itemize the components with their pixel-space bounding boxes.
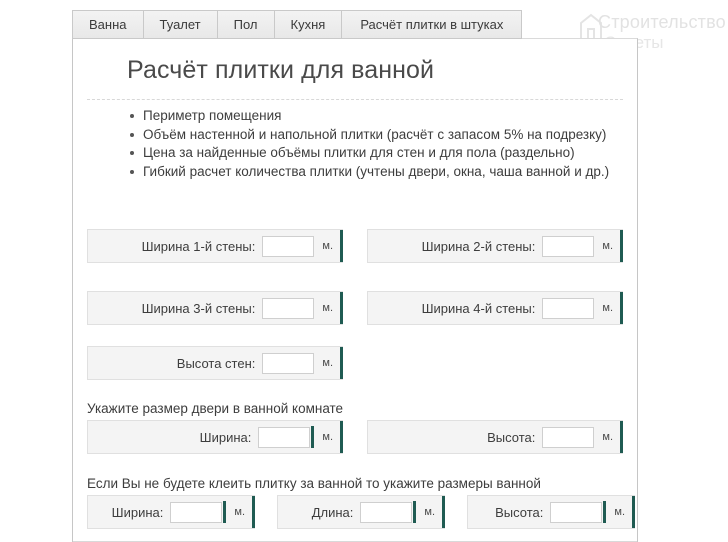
tab-label: Пол — [233, 17, 258, 32]
list-item: Объём настенной и напольной плитки (расч… — [129, 126, 617, 144]
bath-length-input[interactable] — [360, 501, 413, 523]
unit-label: м. — [322, 240, 333, 252]
bath-section-note: Если Вы не будете клеить плитку за ванно… — [87, 476, 541, 491]
wall-1-input[interactable] — [262, 235, 315, 257]
unit-label: м. — [602, 240, 613, 252]
accent-bar — [252, 496, 255, 528]
accent-bar — [340, 347, 343, 379]
tab-kuhnya[interactable]: Кухня — [273, 10, 342, 39]
wall-2-label: Ширина 2-й стены: — [421, 238, 536, 254]
unit-label: м. — [602, 302, 613, 314]
accent-bar — [340, 292, 343, 324]
watermark-line-1: Строительство — [598, 12, 726, 32]
field-group-bath-width[interactable]: Ширина: м. — [87, 495, 255, 529]
list-item: Периметр помещения — [129, 107, 617, 125]
field-group-wall-2[interactable]: Ширина 2-й стены: м. — [367, 229, 623, 263]
tab-bar: Ванна Туалет Пол Кухня Расчёт плитки в ш… — [72, 10, 523, 39]
wall-2-input[interactable] — [542, 235, 595, 257]
bath-width-label: Ширина: — [111, 504, 164, 520]
field-group-door-width[interactable]: Ширина: м. — [87, 420, 343, 454]
tab-vanna[interactable]: Ванна — [72, 10, 143, 39]
bath-height-input[interactable] — [550, 501, 603, 523]
tab-label: Расчёт плитки в штуках — [360, 17, 504, 32]
accent-bar — [620, 230, 623, 262]
field-group-bath-length[interactable]: Длина: м. — [277, 495, 445, 529]
field-group-wall-height[interactable]: Высота стен: м. — [87, 346, 343, 380]
accent-bar — [620, 292, 623, 324]
wall-4-input[interactable] — [542, 297, 595, 319]
bath-height-label: Высота: — [495, 504, 544, 520]
bath-length-label: Длина: — [311, 504, 354, 520]
field-group-wall-4[interactable]: Ширина 4-й стены: м. — [367, 291, 623, 325]
door-width-label: Ширина: — [199, 429, 252, 445]
wall-4-label: Ширина 4-й стены: — [421, 300, 536, 316]
wall-height-label: Высота стен: — [176, 355, 256, 371]
accent-bar — [632, 496, 635, 528]
accent-bar — [340, 230, 343, 262]
door-height-input[interactable] — [542, 426, 595, 448]
tab-label: Туалет — [159, 17, 201, 32]
wall-1-label: Ширина 1-й стены: — [141, 238, 256, 254]
accent-bar — [442, 496, 445, 528]
wall-height-input[interactable] — [262, 352, 315, 374]
unit-label: м. — [602, 431, 613, 443]
bath-width-input[interactable] — [170, 501, 223, 523]
field-group-wall-3[interactable]: Ширина 3-й стены: м. — [87, 291, 343, 325]
tab-tualet[interactable]: Туалет — [142, 10, 217, 39]
page-title: Расчёт плитки для ванной — [127, 56, 435, 84]
accent-bar — [340, 421, 343, 453]
accent-bar — [620, 421, 623, 453]
door-width-input[interactable] — [258, 426, 311, 448]
door-height-label: Высота: — [487, 429, 536, 445]
field-group-wall-1[interactable]: Ширина 1-й стены: м. — [87, 229, 343, 263]
unit-label: м. — [322, 431, 333, 443]
unit-label: м. — [234, 506, 245, 518]
features-list: Периметр помещения Объём настенной и нап… — [73, 107, 637, 180]
wall-3-label: Ширина 3-й стены: — [141, 300, 256, 316]
field-group-door-height[interactable]: Высота: м. — [367, 420, 623, 454]
unit-label: м. — [614, 506, 625, 518]
calculator-panel: Расчёт плитки для ванной Периметр помеще… — [72, 38, 638, 542]
tab-pol[interactable]: Пол — [216, 10, 274, 39]
unit-label: м. — [322, 357, 333, 369]
door-section-note: Укажите размер двери в ванной комнате — [87, 401, 344, 416]
tab-label: Ванна — [89, 17, 127, 32]
list-item: Цена за найденные объёмы плитки для стен… — [129, 144, 617, 162]
field-group-bath-height[interactable]: Высота: м. — [467, 495, 635, 529]
list-item: Гибкий расчет количества плитки (учтены … — [129, 163, 617, 181]
tab-raschet-plitki-v-shtukah[interactable]: Расчёт плитки в штуках — [341, 10, 523, 39]
tab-label: Кухня — [290, 17, 326, 32]
unit-label: м. — [322, 302, 333, 314]
title-divider — [87, 99, 623, 100]
wall-3-input[interactable] — [262, 297, 315, 319]
unit-label: м. — [424, 506, 435, 518]
